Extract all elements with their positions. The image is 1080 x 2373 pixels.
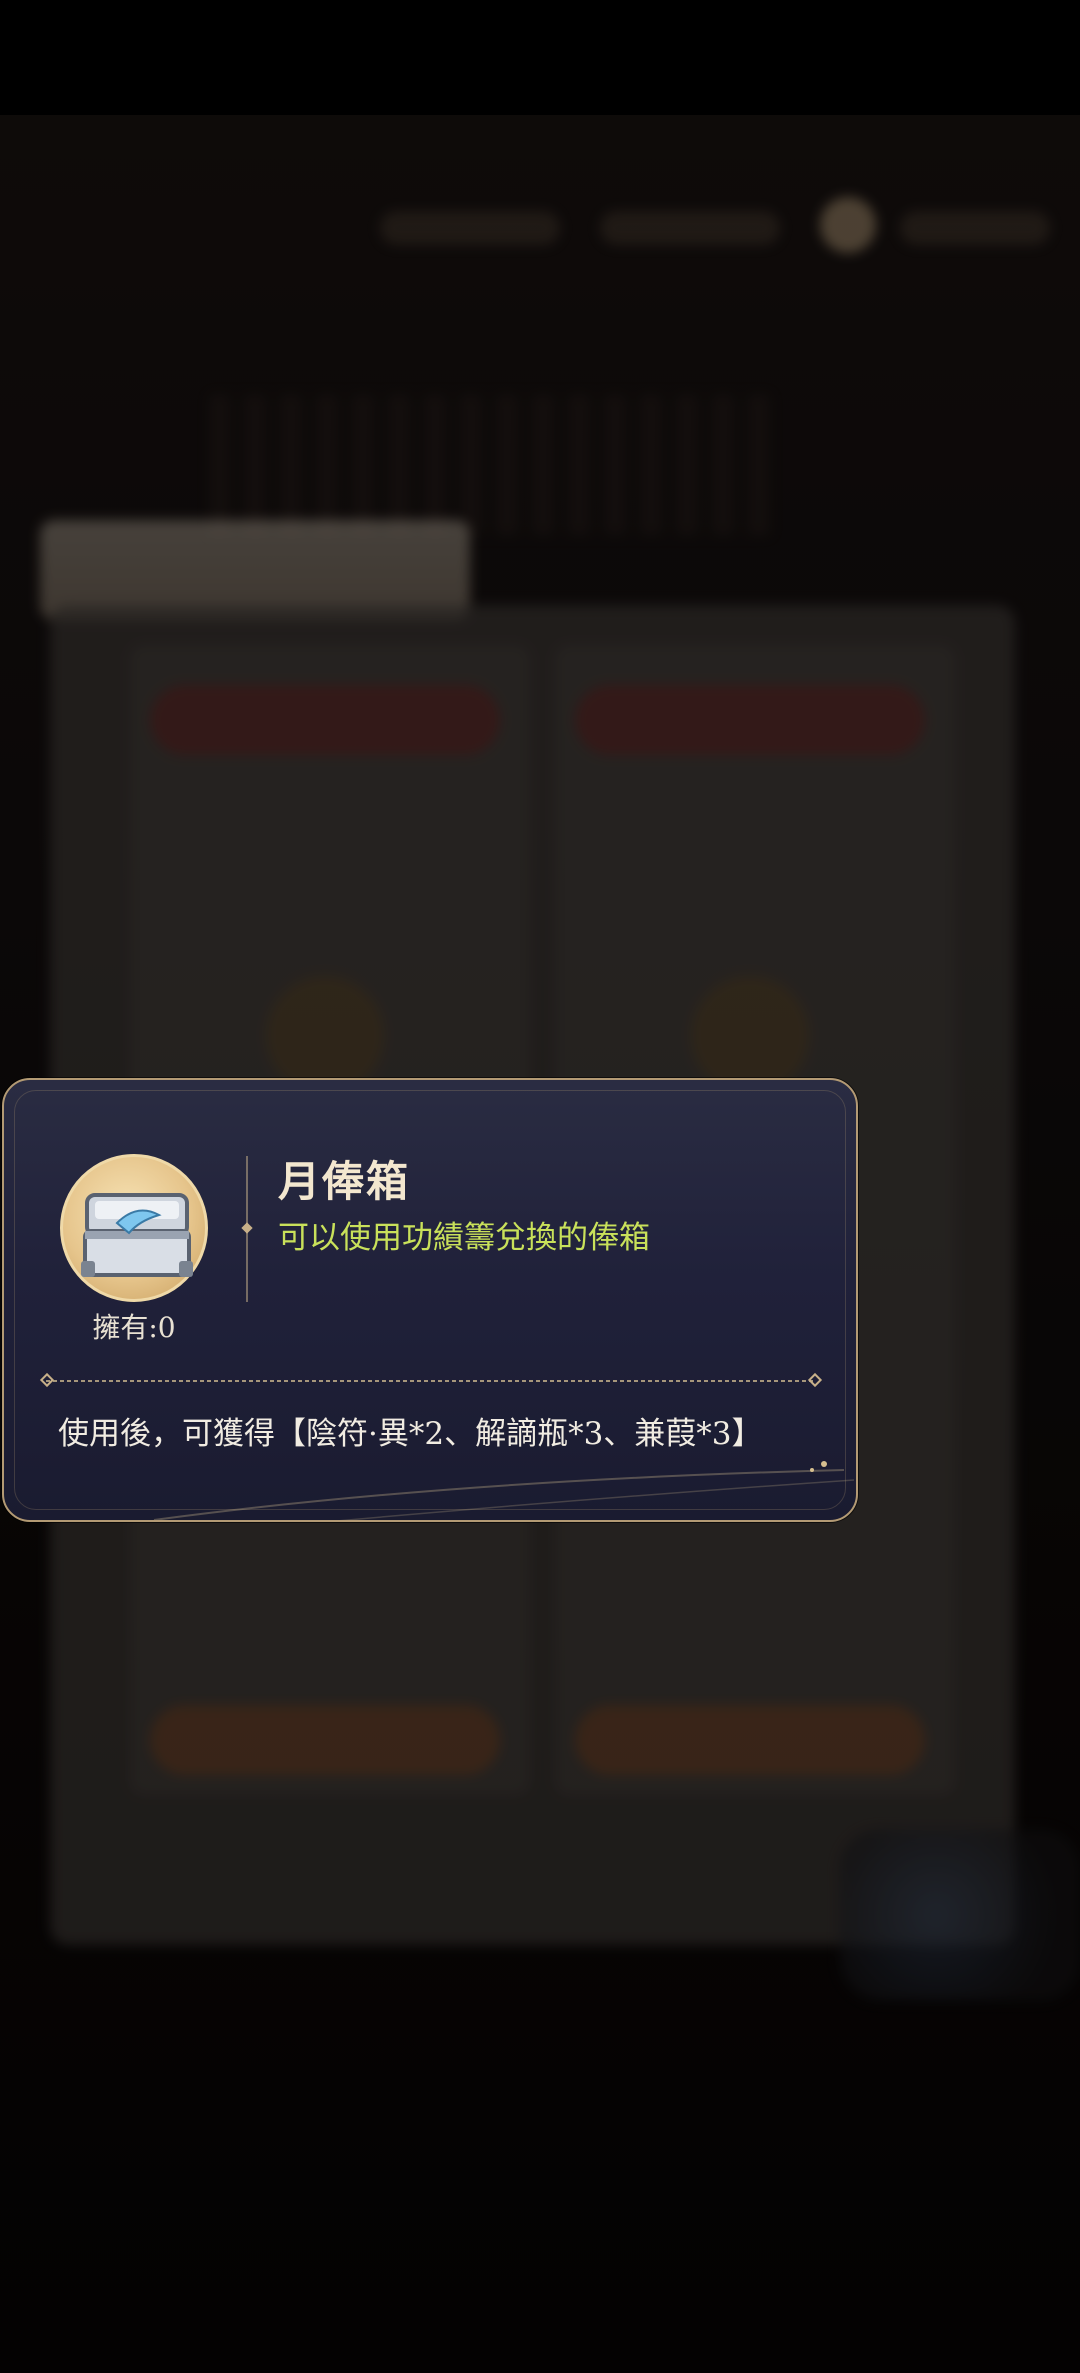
divider-ornament-left	[39, 1372, 55, 1388]
horizontal-divider	[46, 1380, 816, 1382]
divider-ornament	[241, 1222, 253, 1234]
silver-chest-icon	[81, 1193, 193, 1277]
divider-ornament-right	[807, 1372, 823, 1388]
status-bar	[0, 0, 1080, 115]
item-name: 月俸箱	[278, 1157, 411, 1206]
item-icon-frame	[60, 1154, 208, 1302]
decorative-swoosh	[153, 1461, 855, 1520]
owned-count: 擁有:0	[92, 1311, 176, 1344]
item-description: 可以使用功績籌兌換的俸箱	[278, 1220, 650, 1256]
item-tooltip-card: 擁有:0 月俸箱 可以使用功績籌兌換的俸箱 使用後，可獲得【陰符·異*2、解謫瓶…	[2, 1078, 858, 1522]
